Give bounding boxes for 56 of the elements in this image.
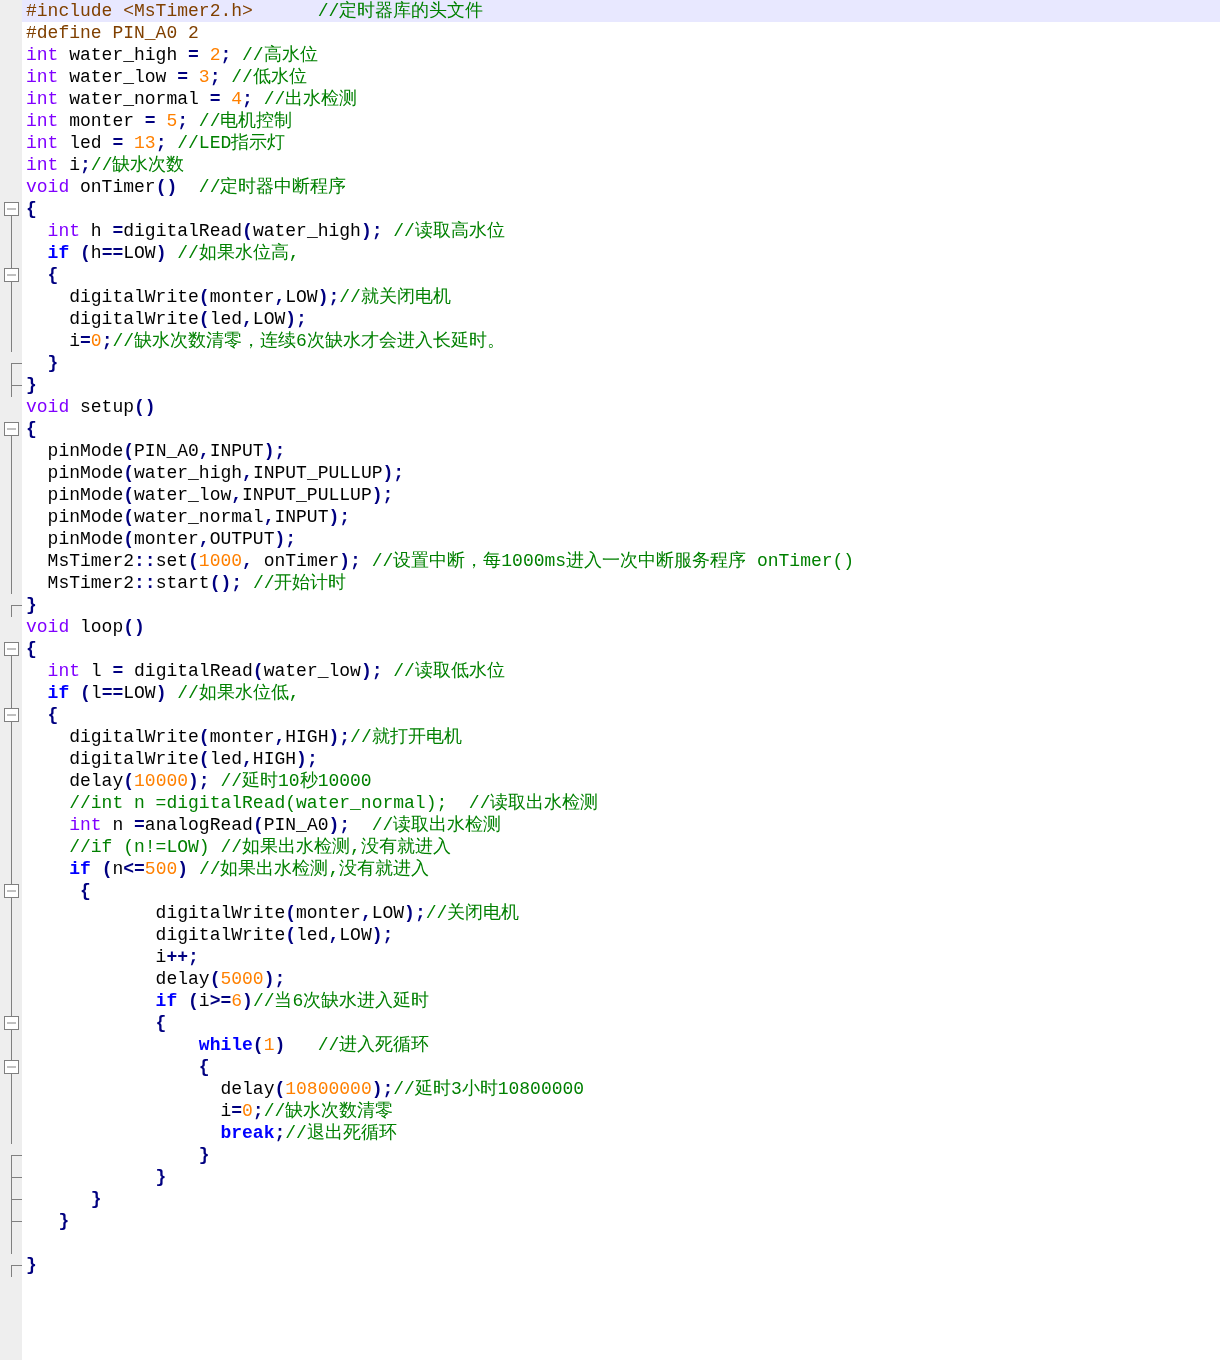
code-line: //int n =digitalRead(water_normal); //读取出水检测	[68, 792, 600, 814]
code-line: {	[154, 1012, 168, 1034]
code-line: if (n<=500) //如果出水检测,没有就进入	[68, 858, 431, 880]
code-line: if (i>=6)//当6次缺水进入延时	[154, 990, 431, 1012]
code-line: digitalWrite(monter,HIGH);//就打开电机	[68, 726, 463, 748]
code-line: }	[154, 1166, 168, 1188]
code-line: {	[25, 418, 38, 440]
code-line: }	[197, 1144, 211, 1166]
code-line: int l = digitalRead(water_low); //读取低水位	[46, 660, 506, 682]
code-line: MsTimer2::start(); //开始计时	[46, 572, 348, 594]
code-line: int water_high = 2; //高水位	[25, 44, 319, 66]
code-line: digitalWrite(monter,LOW);//就关闭电机	[68, 286, 452, 308]
code-line: while(1) //进入死循环	[197, 1034, 431, 1056]
code-line: delay(5000);	[154, 968, 287, 990]
code-line: int water_low = 3; //低水位	[25, 66, 308, 88]
code-line: }	[57, 1210, 71, 1232]
code-line: int n =analogRead(PIN_A0); //读取出水检测	[68, 814, 503, 836]
code-line: if (h==LOW) //如果水位高,	[46, 242, 301, 264]
code-line: i++;	[154, 946, 200, 968]
code-line: pinMode(PIN_A0,INPUT);	[46, 440, 287, 462]
code-line: }	[25, 1254, 38, 1276]
code-line: int monter = 5; //电机控制	[25, 110, 294, 132]
code-line: {	[79, 880, 92, 902]
code-line: break;//退出死循环	[219, 1122, 398, 1144]
code-line: {	[197, 1056, 211, 1078]
code-line: digitalWrite(led,HIGH);	[68, 748, 319, 770]
code-line: #define PIN_A0 2	[25, 22, 200, 44]
code-line: {	[46, 264, 60, 286]
code-line: {	[46, 704, 60, 726]
code-line: int h =digitalRead(water_high); //读取高水位	[46, 220, 506, 242]
code-line: int water_normal = 4; //出水检测	[25, 88, 359, 110]
code-line: MsTimer2::set(1000, onTimer); //设置中断，每1000ms进入一次中断服务程序 onTimer()	[46, 550, 856, 572]
code-line: digitalWrite(led,LOW);	[154, 924, 395, 946]
code-line: }	[25, 374, 38, 396]
code-line: i=0;//缺水次数清零	[219, 1100, 395, 1122]
code-line: pinMode(water_normal,INPUT);	[46, 506, 352, 528]
code-line: int led = 13; //LED指示灯	[25, 132, 287, 154]
code-line: void onTimer() //定时器中断程序	[25, 176, 348, 198]
code-line: if (l==LOW) //如果水位低,	[46, 682, 301, 704]
code-line: pinMode(water_high,INPUT_PULLUP);	[46, 462, 406, 484]
code-line: {	[25, 198, 38, 220]
code-line: i=0;//缺水次数清零，连续6次缺水才会进入长延时。	[68, 330, 506, 352]
code-line: void setup()	[25, 396, 157, 418]
code-line: delay(10800000);//延时3小时10800000	[219, 1078, 586, 1100]
code-line: digitalWrite(monter,LOW);//关闭电机	[154, 902, 521, 924]
code-line: delay(10000); //延时10秒10000	[68, 770, 373, 792]
code-line: }	[89, 1188, 103, 1210]
code-line: {	[25, 638, 38, 660]
code-line: }	[25, 594, 38, 616]
code-line: pinMode(monter,OUTPUT);	[46, 528, 298, 550]
code-line: }	[46, 352, 60, 374]
code-line: int i;//缺水次数	[25, 154, 186, 176]
code-line: //if (n!=LOW) //如果出水检测,没有就进入	[68, 836, 452, 858]
code-line: digitalWrite(led,LOW);	[68, 308, 308, 330]
code-line: void loop()	[25, 616, 146, 638]
code-line: pinMode(water_low,INPUT_PULLUP);	[46, 484, 395, 506]
